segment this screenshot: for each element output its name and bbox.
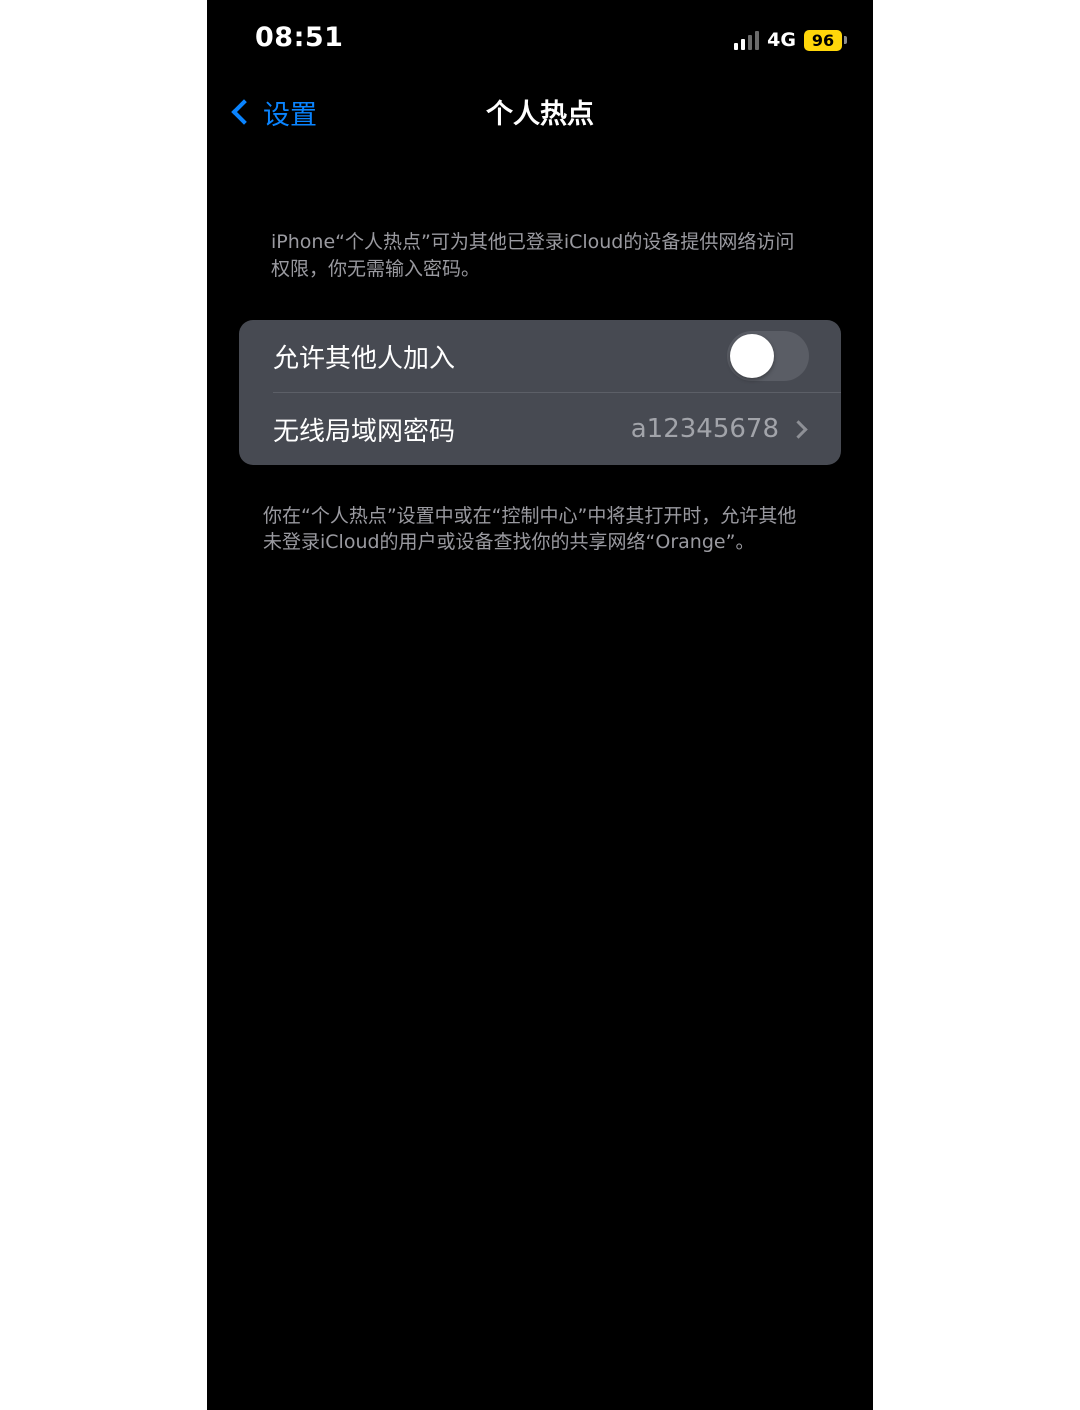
allow-others-toggle[interactable]: [727, 331, 809, 381]
allow-others-label: 允许其他人加入: [273, 343, 456, 374]
wifi-password-row[interactable]: 无线局域网密码 a12345678: [239, 393, 841, 465]
wifi-password-value: a12345678: [630, 414, 779, 444]
phone-screen: 08:51 4G 96 设置 个人热点 iPhone“个人热点”可为其他已登录i…: [207, 0, 873, 1410]
battery-tip: [844, 36, 847, 44]
status-indicators: 4G 96: [734, 27, 847, 53]
allow-others-row: 允许其他人加入: [239, 320, 841, 392]
hotspot-settings-group: 允许其他人加入 无线局域网密码 a12345678: [239, 320, 841, 465]
network-type: 4G: [767, 29, 796, 51]
status-time: 08:51: [255, 22, 344, 53]
wifi-password-label: 无线局域网密码: [273, 416, 456, 447]
hotspot-description: iPhone“个人热点”可为其他已登录iCloud的设备提供网络访问权限，你无需…: [271, 231, 795, 280]
cellular-signal-icon: [734, 30, 760, 50]
page-title: 个人热点: [486, 99, 594, 130]
battery-level: 96: [804, 29, 842, 51]
chevron-right-icon: [789, 419, 808, 439]
toggle-knob: [730, 334, 774, 378]
allow-others-description: 你在“个人热点”设置中或在“控制中心”中将其打开时，允许其他未登录iCloud的…: [263, 505, 797, 553]
battery-icon: 96: [804, 29, 847, 51]
